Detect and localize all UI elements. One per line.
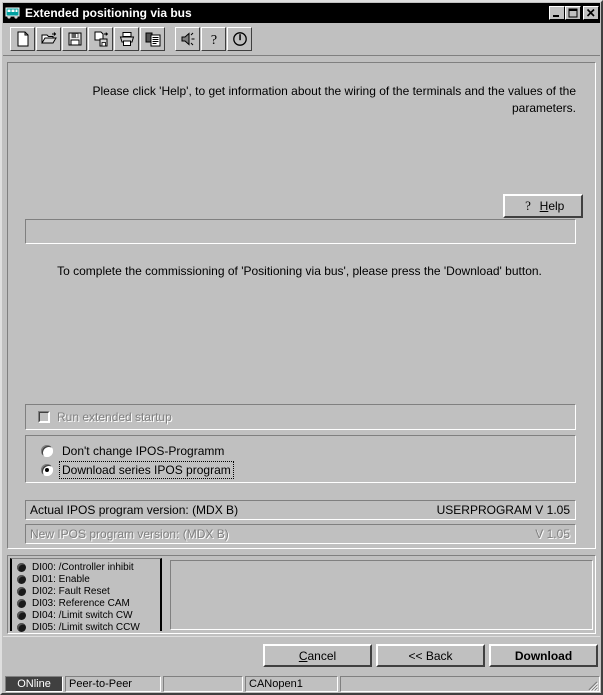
status-bar: ONline Peer-to-Peer CANopen1 xyxy=(3,674,600,693)
cancel-button[interactable]: Cancel xyxy=(263,644,372,667)
radio-option-download-series[interactable]: Download series IPOS program xyxy=(41,460,575,479)
question-mark-icon: ? xyxy=(522,198,534,215)
radio-icon-download-series xyxy=(41,463,53,476)
di-label-di01: DI01: Enable xyxy=(32,574,90,585)
list-item: DI05: /Limit switch CCW xyxy=(17,622,160,633)
di-label-di03: DI03: Reference CAM xyxy=(32,598,130,609)
close-icon[interactable] xyxy=(583,6,599,20)
maximize-icon[interactable] xyxy=(565,6,581,20)
actual-version-label: Actual IPOS program version: (MDX B) xyxy=(30,503,239,517)
digital-inputs-detail-panel xyxy=(170,560,593,630)
list-item: DI03: Reference CAM xyxy=(17,598,160,609)
save-as-icon[interactable] xyxy=(88,27,113,51)
digital-inputs-list: DI00: /Controller inhibit DI01: Enable D… xyxy=(10,558,162,633)
actual-version-row: Actual IPOS program version: (MDX B) USE… xyxy=(25,500,576,520)
minimize-icon[interactable] xyxy=(549,6,565,20)
list-item: DI02: Fault Reset xyxy=(17,586,160,597)
led-icon-di04 xyxy=(17,611,26,620)
list-item: DI01: Enable xyxy=(17,574,160,585)
status-cell-bus: CANopen1 xyxy=(245,676,338,692)
status-cell-blank2 xyxy=(340,676,600,692)
extended-startup-checkbox[interactable] xyxy=(38,411,50,423)
radio-option-dont-change[interactable]: Don't change IPOS-Programm xyxy=(41,441,575,460)
list-item: DI04: /Limit switch CW xyxy=(17,610,160,621)
digital-inputs-area: DI00: /Controller inhibit DI01: Enable D… xyxy=(7,555,596,634)
extended-startup-label: Run extended startup xyxy=(57,410,172,424)
help-question-icon[interactable]: ? xyxy=(201,27,226,51)
help-rest: elp xyxy=(548,199,565,213)
led-icon-di00 xyxy=(17,563,26,572)
new-version-row: New IPOS program version: (MDX B) V 1.05 xyxy=(25,524,576,544)
save-disk-icon[interactable] xyxy=(62,27,87,51)
toolbar: ? xyxy=(3,24,600,56)
actual-version-value: USERPROGRAM V 1.05 xyxy=(436,503,570,517)
svg-text:?: ? xyxy=(210,33,216,47)
cancel-rest: ancel xyxy=(307,648,337,663)
svg-text:?: ? xyxy=(525,198,531,212)
instruction-top-text: Please click 'Help', to get information … xyxy=(92,84,576,115)
radio-label-dont-change: Don't change IPOS-Programm xyxy=(62,443,225,458)
status-badge-online: ONline xyxy=(5,676,63,692)
status-cell-blank1 xyxy=(163,676,243,692)
copy-document-icon[interactable] xyxy=(140,27,165,51)
power-icon[interactable] xyxy=(227,27,252,51)
cancel-label: Cancel xyxy=(299,649,336,663)
list-item: DI00: /Controller inhibit xyxy=(17,562,160,573)
new-file-icon[interactable] xyxy=(10,27,35,51)
di-label-di05: DI05: /Limit switch CCW xyxy=(32,622,140,633)
led-icon-di05 xyxy=(17,623,26,632)
led-icon-di01 xyxy=(17,575,26,584)
back-label: << Back xyxy=(408,648,453,663)
print-icon[interactable] xyxy=(114,27,139,51)
help-button[interactable]: ? Help xyxy=(503,194,583,218)
radio-label-download-series: Download series IPOS program xyxy=(59,460,234,479)
resize-grip-icon[interactable] xyxy=(585,678,599,691)
di-label-di02: DI02: Fault Reset xyxy=(32,586,110,597)
download-label: Download xyxy=(514,648,573,663)
dialog-button-bar: Cancel << Back Download xyxy=(3,636,600,671)
window-title: Extended positioning via bus xyxy=(25,6,192,20)
led-icon-di03 xyxy=(17,599,26,608)
bus-icon xyxy=(5,6,21,20)
speaker-icon[interactable] xyxy=(175,27,200,51)
radio-icon-dont-change xyxy=(41,444,53,457)
instruction-bottom-text: To complete the commissioning of 'Positi… xyxy=(57,264,542,278)
di-label-di04: DI04: /Limit switch CW xyxy=(32,610,133,621)
open-folder-icon[interactable] xyxy=(36,27,61,51)
program-options-group: Don't change IPOS-Programm Download seri… xyxy=(25,435,576,483)
application-window: Extended positioning via bus ? Please cl… xyxy=(0,0,603,695)
help-button-label: Help xyxy=(540,199,565,213)
toolbar-separator xyxy=(166,27,175,51)
title-bar[interactable]: Extended positioning via bus xyxy=(3,3,600,23)
extended-startup-group: Run extended startup xyxy=(25,404,576,430)
led-icon-di02 xyxy=(17,587,26,596)
di-label-di00: DI00: /Controller inhibit xyxy=(32,562,134,573)
new-version-label: New IPOS program version: (MDX B) xyxy=(30,527,229,541)
client-panel: Please click 'Help', to get information … xyxy=(7,62,596,549)
back-button[interactable]: << Back xyxy=(376,644,485,667)
status-text-field[interactable] xyxy=(25,219,576,244)
download-button[interactable]: Download xyxy=(489,644,598,667)
status-cell-mode: Peer-to-Peer xyxy=(65,676,161,692)
new-version-value: V 1.05 xyxy=(535,527,570,541)
